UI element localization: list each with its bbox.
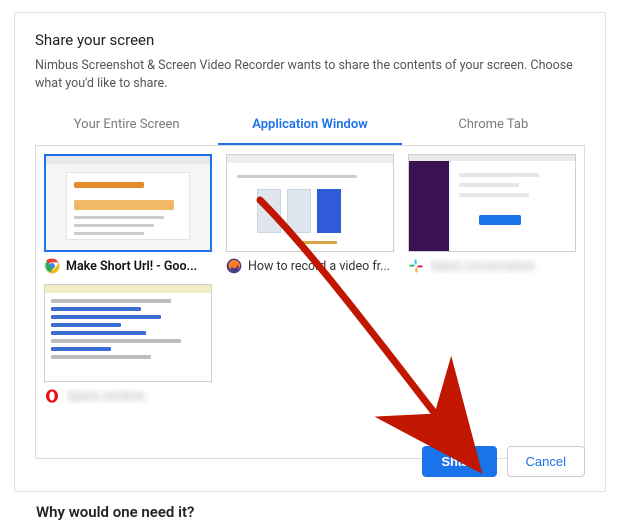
window-thumbnail bbox=[44, 284, 212, 382]
window-option-slack[interactable]: Slack conversation bbox=[408, 154, 576, 274]
window-grid: Make Short Url! - Goo... bbox=[35, 145, 585, 459]
window-thumbnail bbox=[44, 154, 212, 252]
window-option-opera[interactable]: Opera window bbox=[44, 284, 212, 404]
slack-icon bbox=[408, 258, 424, 274]
window-label: Opera window bbox=[66, 389, 212, 404]
window-option-firefox[interactable]: How to record a video fr... bbox=[226, 154, 394, 274]
dialog-title: Share your screen bbox=[35, 31, 585, 49]
share-button[interactable]: Share bbox=[422, 446, 496, 477]
dialog-actions: Share Cancel bbox=[422, 446, 585, 477]
tab-application-window[interactable]: Application Window bbox=[218, 107, 401, 144]
tab-chrome-tab[interactable]: Chrome Tab bbox=[402, 107, 585, 144]
share-screen-dialog: Share your screen Nimbus Screenshot & Sc… bbox=[14, 12, 606, 492]
window-thumbnail bbox=[226, 154, 394, 252]
dialog-description: Nimbus Screenshot & Screen Video Recorde… bbox=[35, 57, 585, 93]
window-label: Slack conversation bbox=[430, 259, 576, 274]
tab-row: Your Entire Screen Application Window Ch… bbox=[35, 107, 585, 145]
page-text-below: Why would one need it? bbox=[36, 503, 194, 521]
opera-icon bbox=[44, 388, 60, 404]
window-label: Make Short Url! - Goo... bbox=[66, 259, 212, 274]
tab-entire-screen[interactable]: Your Entire Screen bbox=[35, 107, 218, 144]
window-label: How to record a video fr... bbox=[248, 259, 394, 274]
firefox-icon bbox=[226, 258, 242, 274]
window-option-chrome[interactable]: Make Short Url! - Goo... bbox=[44, 154, 212, 274]
window-thumbnail bbox=[408, 154, 576, 252]
chrome-icon bbox=[44, 258, 60, 274]
cancel-button[interactable]: Cancel bbox=[507, 446, 585, 477]
